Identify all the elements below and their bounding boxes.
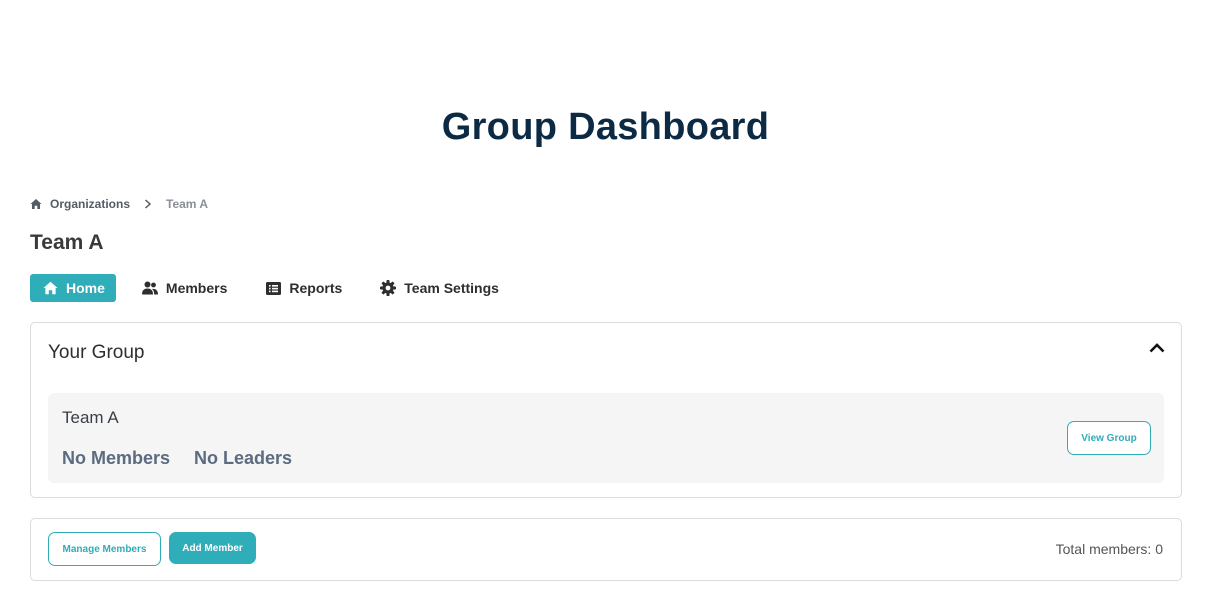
- members-actions-card: Manage Members Add Member Total members:…: [30, 518, 1182, 581]
- tab-members[interactable]: Members: [130, 274, 239, 302]
- gear-icon: [380, 280, 397, 296]
- tab-home[interactable]: Home: [30, 274, 116, 302]
- members-status: No Members: [62, 448, 171, 468]
- tab-reports-label: Reports: [289, 280, 343, 296]
- home-icon[interactable]: [30, 198, 42, 210]
- chevron-right-icon: [144, 199, 152, 209]
- list-alt-icon: [265, 280, 281, 296]
- collapse-toggle-button[interactable]: [1148, 341, 1166, 357]
- team-tabs: Home Members Reports Team Settings: [30, 274, 525, 302]
- your-group-card: Your Group Team A No Members No Leaders …: [30, 322, 1182, 498]
- tab-reports[interactable]: Reports: [253, 274, 354, 302]
- card-title: Your Group: [48, 342, 145, 363]
- tab-home-label: Home: [66, 280, 105, 296]
- breadcrumb: Organizations Team A: [30, 195, 208, 213]
- tab-team-settings[interactable]: Team Settings: [368, 274, 511, 302]
- add-member-button[interactable]: Add Member: [169, 532, 256, 564]
- page-title: Group Dashboard: [441, 106, 770, 148]
- tab-members-label: Members: [165, 280, 228, 296]
- view-group-button[interactable]: View Group: [1067, 421, 1151, 455]
- group-name: Team A: [62, 408, 119, 427]
- breadcrumb-current: Team A: [166, 197, 209, 211]
- home-icon: [42, 280, 58, 296]
- total-members-count: Total members: 0: [1055, 541, 1163, 557]
- manage-members-button[interactable]: Manage Members: [48, 532, 161, 566]
- chevron-up-icon: [1149, 340, 1165, 358]
- team-title: Team A: [30, 231, 104, 254]
- users-icon: [141, 280, 158, 296]
- breadcrumb-link-organizations[interactable]: Organizations: [50, 197, 130, 211]
- tab-team-settings-label: Team Settings: [404, 280, 499, 296]
- group-item: Team A No Members No Leaders View Group: [48, 393, 1164, 483]
- group-stats: No Members No Leaders: [62, 448, 292, 469]
- leaders-status: No Leaders: [194, 448, 293, 468]
